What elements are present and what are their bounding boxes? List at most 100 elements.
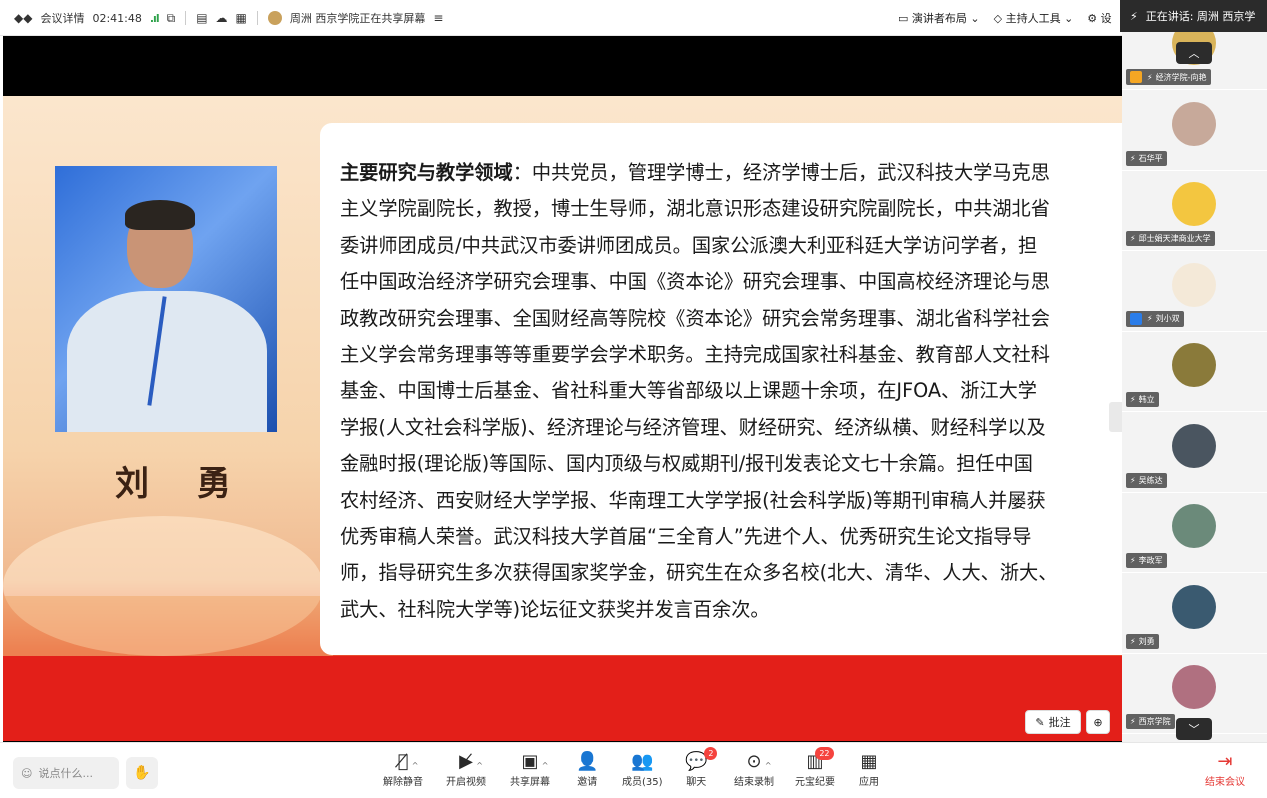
host-badge-icon: [1130, 71, 1142, 83]
active-speaker-indicator: ⚡ 正在讲话: 周洲 西京学: [1120, 0, 1267, 32]
end-meeting-button[interactable]: ⇥ 结束会议: [1205, 751, 1245, 788]
unmute-button[interactable]: 🎙̸ ^ 解除静音: [383, 751, 423, 788]
participant-name-label: ⚡ 刘小双: [1126, 310, 1184, 327]
mic-icon: ⚡: [1130, 475, 1136, 485]
shared-screen: 刘 勇 主要研究与教学领域：中共党员，管理学博士，经济学博士后，武汉科技大学马克…: [3, 36, 1122, 742]
video-off-icon: ▶̸ ^: [459, 751, 483, 772]
participant-name-label: ⚡ 韩立: [1126, 392, 1159, 407]
presentation-slide: 刘 勇 主要研究与教学领域：中共党员，管理学博士，经济学博士后，武汉科技大学马克…: [3, 96, 1122, 741]
sharing-status: 周洲 西京学院正在共享屏幕: [289, 12, 426, 25]
participant-avatar: [1172, 343, 1216, 387]
participant-tile[interactable]: ⚡ 邱士娟天津商业大学: [1122, 171, 1267, 251]
participant-name: 韩立: [1138, 395, 1155, 404]
speaker-layout-button[interactable]: ▭ 演讲者布局 ⌄: [898, 10, 980, 26]
slide-skyline-decoration: [3, 596, 333, 656]
invite-label: 邀请: [577, 777, 598, 788]
chat-button[interactable]: 💬 2 聊天: [685, 747, 718, 788]
apps-grid-icon: ▦: [860, 751, 878, 772]
side-panel-toggle[interactable]: [1109, 402, 1122, 432]
participant-gallery: ⚡ 经济学院-向艳 ⚡ 石华平 ⚡ 邱士娟天津商业大学 ⚡ 刘小双 ⚡ 韩立 ⚡ 吴练达 ⚡ 李政军 ⚡ 刘勇…: [1122, 32, 1267, 742]
participant-name-label: ⚡ 石华平: [1126, 150, 1167, 166]
slide-red-band: [3, 656, 1122, 741]
pen-icon: ✎: [1035, 715, 1045, 729]
share-screen-icon: ▣ ^: [521, 751, 549, 772]
participant-avatar: [1172, 504, 1216, 548]
yuanbao-summary-button[interactable]: ▥ 22 元宝纪要: [795, 747, 835, 788]
scroll-down-button[interactable]: ﹀: [1176, 718, 1212, 740]
members-button[interactable]: 👥 成员(35): [622, 751, 663, 788]
cohost-badge-icon: [1130, 312, 1142, 325]
meeting-top-bar: ◆◆ 会议详情 02:41:48 .ıl ⧉ ▤ ☁ ▦ 周洲 西京学院正在共享…: [0, 0, 1267, 36]
popout-icon[interactable]: ⧉: [167, 11, 176, 26]
settings-button[interactable]: ⚙ 设: [1087, 10, 1111, 26]
participant-name: 邱士娟天津商业大学: [1138, 234, 1211, 243]
mic-icon: ⚡: [1130, 717, 1136, 726]
bio-lead: 主要研究与教学领域: [340, 161, 513, 184]
participant-name: 吴练达: [1138, 475, 1163, 485]
participant-name-label: ⚡ 吴练达: [1126, 472, 1167, 488]
translate-icon[interactable]: ▦: [236, 11, 247, 25]
bio-paragraph: 主要研究与教学领域：中共党员，管理学博士，经济学博士后，武汉科技大学马克思 主义…: [340, 155, 1120, 628]
participant-avatar: [1172, 423, 1216, 468]
layout-icon: ▭: [898, 12, 912, 25]
start-video-button[interactable]: ▶̸ ^ 开启视频: [446, 751, 486, 788]
host-tools-button[interactable]: ◇ 主持人工具 ⌄: [994, 10, 1074, 26]
participant-name: 西京学院: [1138, 717, 1171, 726]
mic-icon: ⚡: [1130, 636, 1136, 646]
meeting-timer: 02:41:48: [92, 11, 142, 25]
apps-label: 应用: [859, 777, 879, 788]
apps-button[interactable]: ▦ 应用: [859, 751, 879, 788]
document-icon[interactable]: ▤: [196, 11, 207, 25]
mic-icon: ⚡: [1130, 9, 1138, 23]
participant-tile[interactable]: ⚡ 吴练达: [1122, 412, 1267, 493]
meeting-info-button[interactable]: 会议详情: [40, 10, 84, 26]
gear-icon: ⚙: [1087, 12, 1101, 25]
chat-placeholder: 说点什么...: [38, 767, 93, 780]
participant-tile[interactable]: ⚡ 刘小双: [1122, 251, 1267, 332]
participant-name: 李政军: [1138, 556, 1163, 565]
participant-name-label: ⚡ 经济学院-向艳: [1126, 69, 1211, 85]
yuanbao-label: 元宝纪要: [795, 777, 835, 788]
zoom-button[interactable]: ⊕: [1086, 710, 1110, 734]
scroll-up-button[interactable]: ︿: [1176, 42, 1212, 64]
stop-recording-button[interactable]: ⊙ ^ 结束录制: [734, 751, 774, 788]
emoji-icon: ☺: [21, 766, 33, 780]
zoom-icon: ⊕: [1093, 715, 1103, 729]
mic-icon: ⚡: [1130, 556, 1136, 565]
cloud-icon[interactable]: ☁: [216, 11, 228, 25]
participant-name-label: ⚡ 邱士娟天津商业大学: [1126, 231, 1215, 246]
sharer-avatar: [267, 11, 282, 25]
mic-icon: ⚡: [1147, 314, 1153, 323]
hand-icon: ✋: [133, 765, 151, 781]
mic-icon: ⚡: [1147, 72, 1153, 82]
participant-tile[interactable]: ⚡ 李政军: [1122, 493, 1267, 573]
meeting-control-bar: ☺ 说点什么... ✋ 🎙̸ ^ 解除静音 ▶̸ ^ 开启视频 ▣ ^ 共享屏幕 👤 …: [0, 742, 1267, 798]
members-icon: 👥: [631, 751, 654, 772]
chat-icon: 💬 2: [685, 747, 718, 773]
summary-icon: ▥ 22: [806, 747, 834, 773]
participant-name: 经济学院-向艳: [1155, 72, 1207, 82]
participant-name-label: ⚡ 西京学院: [1126, 714, 1175, 729]
participant-name-label: ⚡ 刘勇: [1126, 633, 1159, 649]
annotate-button[interactable]: ✎ 批注: [1025, 710, 1081, 734]
speaker-name: 刘 勇: [115, 464, 249, 504]
raise-hand-button[interactable]: ✋: [126, 757, 158, 789]
invite-button[interactable]: 👤 邀请: [576, 751, 598, 788]
menu-icon[interactable]: ≡: [433, 11, 443, 25]
participant-avatar: [1172, 101, 1216, 146]
participant-tile[interactable]: ⚡ 石华平: [1122, 90, 1267, 171]
participant-name: 刘勇: [1138, 636, 1155, 646]
yuanbao-badge: 22: [815, 747, 834, 760]
mic-icon: ⚡: [1130, 153, 1136, 163]
participant-tile[interactable]: ⚡ 刘勇: [1122, 573, 1267, 654]
participant-avatar: [1172, 665, 1216, 709]
record-icon: ⊙ ^: [746, 751, 772, 772]
active-speaker-text: 正在讲话: 周洲 西京学: [1145, 10, 1256, 23]
participant-tile[interactable]: ⚡ 韩立: [1122, 332, 1267, 412]
network-signal-icon[interactable]: .ıl: [150, 12, 160, 25]
participant-avatar: [1172, 262, 1216, 307]
share-screen-button[interactable]: ▣ ^ 共享屏幕: [510, 751, 550, 788]
divider: [185, 11, 187, 25]
participant-name: 刘小双: [1155, 314, 1180, 323]
quick-chat-input[interactable]: ☺ 说点什么...: [13, 757, 119, 789]
